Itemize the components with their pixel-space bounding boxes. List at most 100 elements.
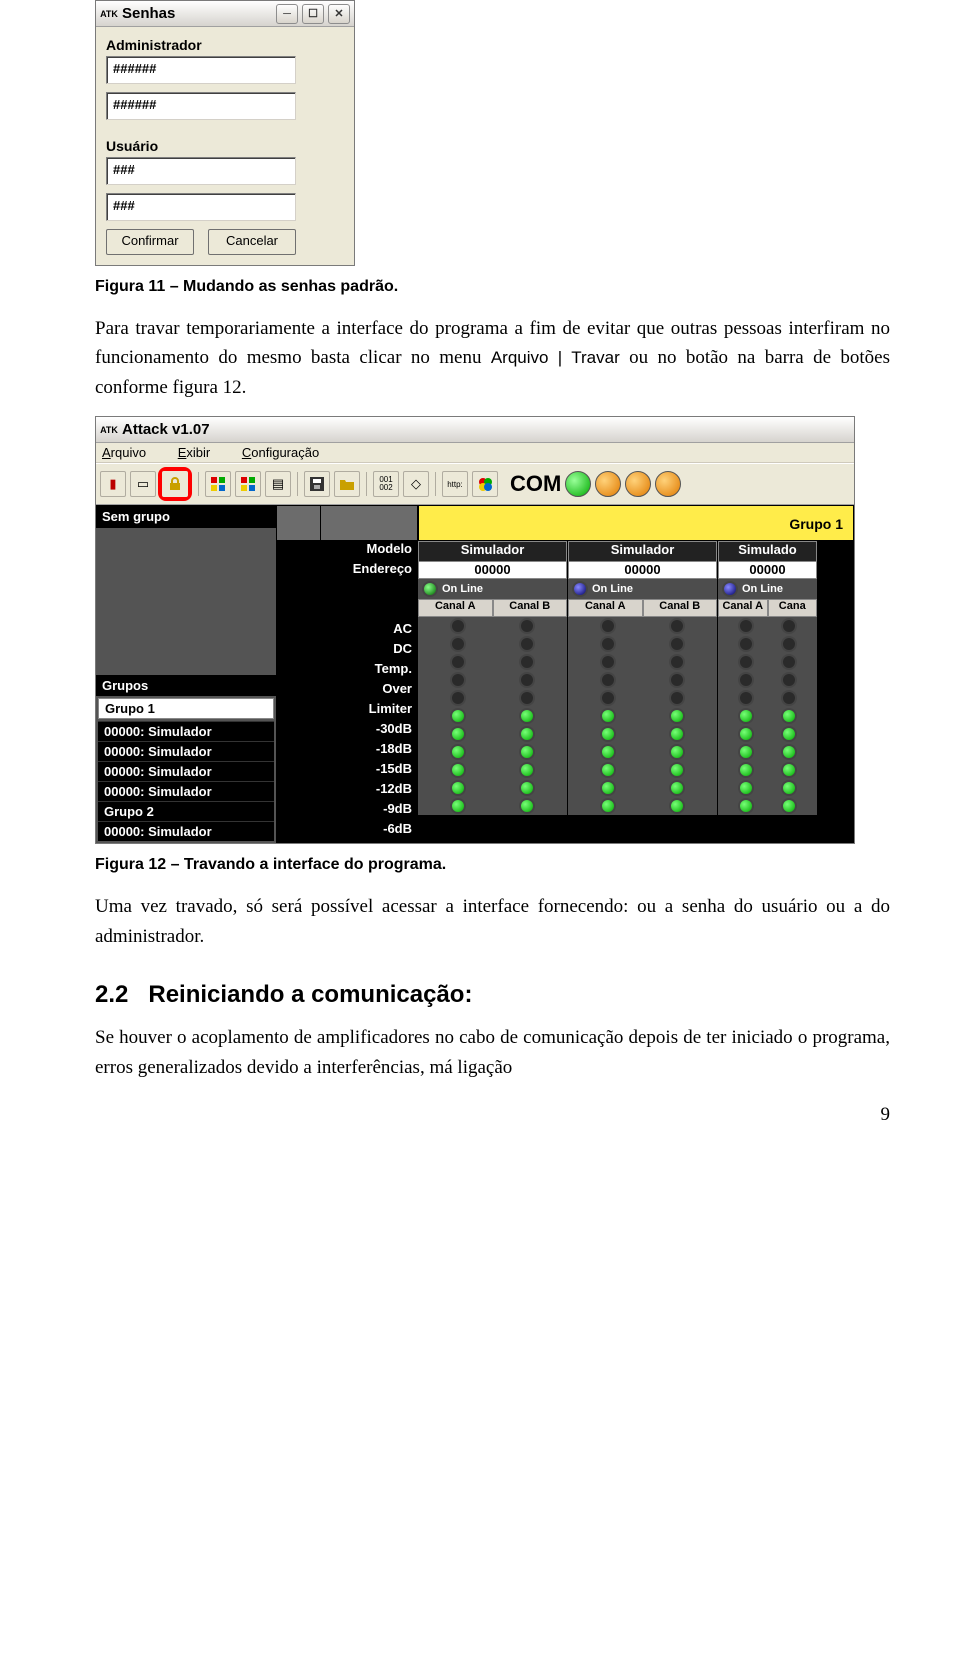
sidebar: Sem grupo Grupos Grupo 1 00000: Simulado… (96, 505, 276, 843)
canal-a[interactable]: Canal A (418, 599, 493, 617)
app-titlebar: ATK Attack v1.07 (96, 417, 854, 443)
online-led (422, 581, 438, 597)
canal-a[interactable]: Canal A (568, 599, 643, 617)
sim-address: 00000 (568, 561, 717, 579)
sim-address: 00000 (418, 561, 567, 579)
db-label: -15dB (326, 761, 412, 781)
colors-icon[interactable] (472, 471, 498, 497)
paragraph-3: Se houver o acoplamento de amplificadore… (95, 1023, 890, 1082)
group-item[interactable]: 00000: Simulador (98, 741, 274, 761)
section-title: Reiniciando a comunicação: (148, 981, 472, 1008)
canal-a[interactable]: Canal A (718, 599, 768, 617)
group-item[interactable]: 00000: Simulador (98, 821, 274, 841)
user-password-2[interactable]: ### (106, 193, 296, 221)
figure-12-caption: Figura 12 – Travando a interface do prog… (95, 856, 890, 874)
dialog-title: Senhas (122, 5, 175, 22)
sim-column: Simulado 00000 On Line Canal ACana (718, 541, 818, 815)
sim-header: Simulador (418, 541, 567, 561)
admin-label: Administrador (106, 37, 344, 53)
com-led-green (565, 471, 591, 497)
grid-icon[interactable] (205, 471, 231, 497)
paragraph-1: Para travar temporariamente a interface … (95, 314, 890, 402)
online-label: On Line (442, 583, 483, 595)
admin-password-1[interactable]: ###### (106, 56, 296, 84)
status-label: Limiter (326, 701, 412, 721)
sim-address: 00000 (718, 561, 817, 579)
eraser-icon[interactable]: ◇ (403, 471, 429, 497)
canal-b[interactable]: Canal B (493, 599, 568, 617)
menu-config[interactable]: Configuração (242, 445, 333, 460)
online-led (572, 581, 588, 597)
group-item[interactable]: Grupo 1 (98, 698, 274, 719)
page-number: 9 (881, 1104, 891, 1126)
sim-header: Simulado (718, 541, 817, 561)
status-label: AC (326, 621, 412, 641)
channels: Grupo 1 Simulador 00000 On Line Canal AC… (418, 505, 854, 843)
db-label: -9dB (326, 801, 412, 821)
groups-label: Grupos (96, 675, 276, 696)
group-header: Grupo 1 (418, 505, 854, 541)
sim-column: Simulador 00000 On Line Canal ACanal B (418, 541, 568, 815)
titlebar: ATK Senhas ─ ☐ ✕ (96, 1, 354, 27)
admin-password-2[interactable]: ###### (106, 92, 296, 120)
sim-column: Simulador 00000 On Line Canal ACanal B (568, 541, 718, 815)
groups-list: Grupo 1 00000: Simulador 00000: Simulado… (96, 696, 276, 843)
canal-b[interactable]: Canal B (643, 599, 718, 617)
open-icon[interactable] (334, 471, 360, 497)
http-icon[interactable]: http: (442, 471, 468, 497)
menu-view[interactable]: Exibir (178, 445, 225, 460)
status-label: Temp. (326, 661, 412, 681)
online-label: On Line (742, 583, 783, 595)
db-label: -30dB (326, 721, 412, 741)
figure-11-caption: Figura 11 – Mudando as senhas padrão. (95, 278, 890, 296)
app-title: Attack v1.07 (122, 421, 210, 438)
com-led-2 (625, 471, 651, 497)
com-led-3 (655, 471, 681, 497)
user-label: Usuário (106, 138, 344, 154)
section-heading: 2.2Reiniciando a comunicação: (95, 981, 890, 1009)
db-label: -12dB (326, 781, 412, 801)
row-labels: Modelo Endereço AC DC Temp. Over Limiter… (326, 505, 418, 843)
menubar: Arquivo Exibir Configuração (96, 443, 854, 463)
group-item[interactable]: Grupo 2 (98, 801, 274, 821)
label-modelo: Modelo (326, 541, 412, 561)
book-icon[interactable]: ▮ (100, 471, 126, 497)
user-password-1[interactable]: ### (106, 157, 296, 185)
lock-button-highlight (158, 467, 192, 501)
online-label: On Line (592, 583, 633, 595)
no-group-header: Sem grupo (96, 505, 276, 528)
app-icon: ATK (100, 423, 118, 437)
grid2-icon[interactable] (235, 471, 261, 497)
toolbar: ▮ ▭ ▤ 001002 ◇ (96, 463, 854, 505)
page-icon[interactable]: ▤ (265, 471, 291, 497)
db-label: -18dB (326, 741, 412, 761)
cancel-button[interactable]: Cancelar (208, 229, 296, 255)
close-icon[interactable]: ✕ (328, 4, 350, 24)
save-icon[interactable] (304, 471, 330, 497)
com-status: COM (510, 471, 681, 497)
menu-path: Arquivo | Travar (491, 348, 620, 367)
list-icon[interactable]: 001002 (373, 471, 399, 497)
attack-app-window: ATK Attack v1.07 Arquivo Exibir Configur… (95, 416, 855, 844)
group-item[interactable]: 00000: Simulador (98, 721, 274, 741)
canal-cut[interactable]: Cana (768, 599, 818, 617)
group-item[interactable]: 00000: Simulador (98, 781, 274, 801)
menu-file[interactable]: Arquivo (102, 445, 160, 460)
maximize-icon[interactable]: ☐ (302, 4, 324, 24)
paragraph-2: Uma vez travado, só será possível acessa… (95, 892, 890, 951)
db-label: -6dB (326, 821, 412, 841)
confirm-button[interactable]: Confirmar (106, 229, 194, 255)
online-led (722, 581, 738, 597)
minimize-icon[interactable]: ─ (276, 4, 298, 24)
label-endereco: Endereço (326, 561, 412, 581)
sim-header: Simulador (568, 541, 717, 561)
doc-icon[interactable]: ▭ (130, 471, 156, 497)
lock-icon[interactable] (162, 471, 188, 497)
app-content: Sem grupo Grupos Grupo 1 00000: Simulado… (96, 505, 854, 843)
com-led-1 (595, 471, 621, 497)
status-label: DC (326, 641, 412, 661)
app-icon: ATK (100, 7, 118, 21)
group-item[interactable]: 00000: Simulador (98, 761, 274, 781)
status-label: Over (326, 681, 412, 701)
senhas-dialog: ATK Senhas ─ ☐ ✕ Administrador ###### ##… (95, 0, 355, 266)
